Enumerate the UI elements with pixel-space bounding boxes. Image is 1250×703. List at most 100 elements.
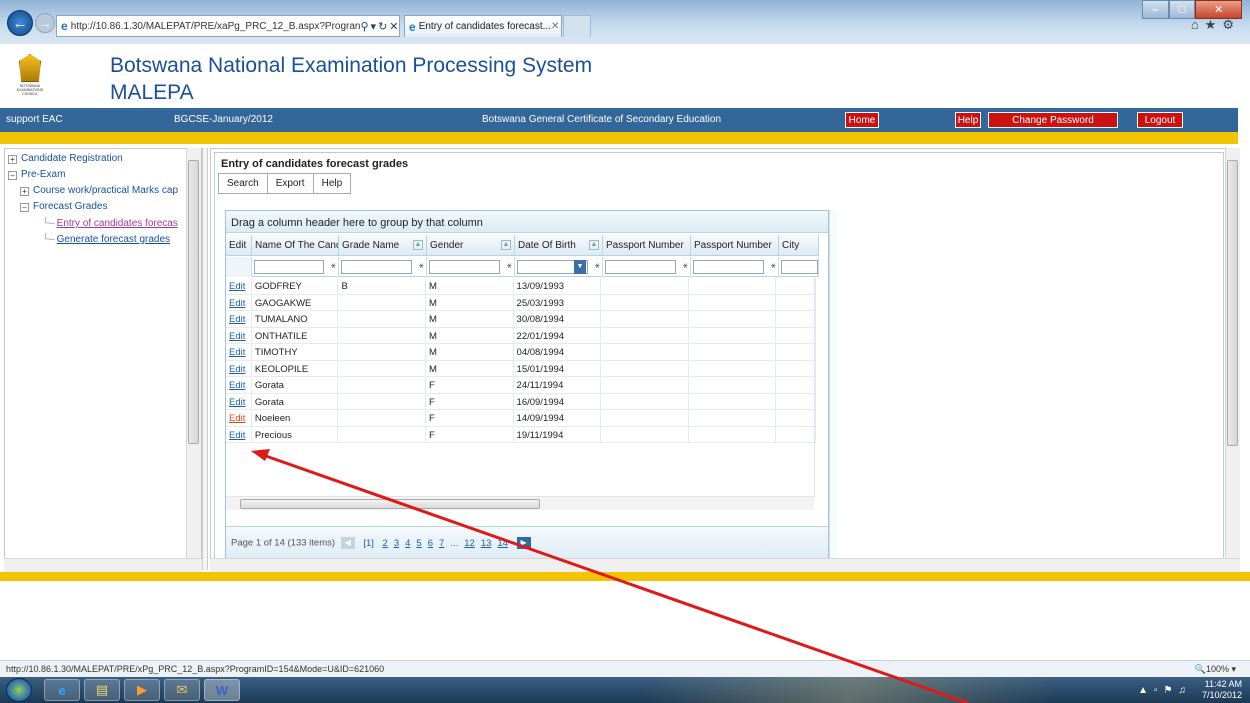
tree-item-candidate-registration[interactable]: + Candidate Registration [8, 153, 123, 164]
edit-link[interactable]: Edit [226, 426, 252, 442]
page-link[interactable]: 12 [464, 538, 475, 549]
prev-page-icon[interactable]: ◀ [340, 537, 355, 549]
word-taskbar-icon[interactable]: W [204, 679, 240, 701]
right-horizontal-scrollbar[interactable] [210, 558, 1240, 572]
explorer-taskbar-icon[interactable]: ▤ [84, 679, 120, 701]
browser-tab[interactable]: e Entry of candidates forecast... ✕ [404, 15, 562, 37]
page-link[interactable]: 3 [394, 538, 399, 549]
change-password-button[interactable]: Change Password [988, 112, 1118, 128]
clock[interactable]: 11:42 AM 7/10/2012 [1202, 679, 1242, 701]
filter-input[interactable] [429, 260, 500, 274]
search-button[interactable]: Search [219, 174, 268, 193]
right-scroll-thumb[interactable] [1227, 160, 1238, 446]
filter-icon[interactable]: ⚹ [595, 260, 600, 271]
new-tab-button[interactable] [563, 15, 591, 37]
page-link[interactable]: 4 [405, 538, 410, 549]
edit-link[interactable]: Edit [226, 294, 252, 310]
filter-gender: ⚹ [427, 257, 515, 277]
cell-city [776, 278, 816, 294]
sort-icon[interactable]: ▲ [501, 240, 511, 250]
tree-item-generate-forecast[interactable]: └– Generate forecast grades [42, 234, 170, 245]
column-header-edit[interactable]: Edit [226, 235, 252, 256]
filter-input[interactable] [605, 260, 676, 274]
help-toolbar-button[interactable]: Help [314, 174, 351, 193]
pane-splitter[interactable] [202, 148, 208, 570]
date-dropdown-icon[interactable]: ▼ [574, 260, 586, 274]
collapse-icon[interactable]: – [20, 203, 29, 212]
edit-link[interactable]: Edit [226, 278, 252, 294]
page-link[interactable]: 5 [416, 538, 421, 549]
grid-side-splitter[interactable] [829, 210, 837, 560]
next-page-icon[interactable]: ▶ [516, 537, 531, 549]
minimize-icon[interactable]: – [1142, 0, 1169, 19]
page-link[interactable]: 2 [383, 538, 388, 549]
logout-button[interactable]: Logout [1137, 112, 1183, 128]
filter-input[interactable] [341, 260, 412, 274]
grid-horizontal-scrollbar[interactable] [226, 496, 814, 510]
grid-vertical-scrollbar[interactable] [814, 278, 828, 498]
address-controls-icon[interactable]: ⚲▾↻✕ [360, 20, 399, 33]
column-header-grade[interactable]: Grade Name ▲ [339, 235, 427, 256]
zoom-level[interactable]: 🔍100% ▾ [1195, 664, 1236, 675]
sort-icon[interactable]: ▲ [589, 240, 599, 250]
collapse-icon[interactable]: – [8, 171, 17, 180]
filter-icon[interactable]: ⚹ [507, 260, 512, 271]
cell-passport [601, 278, 689, 294]
page-link[interactable]: 6 [428, 538, 433, 549]
filter-input[interactable] [781, 260, 818, 274]
system-subtitle: MALEPA [110, 81, 194, 104]
edit-link[interactable]: Edit [226, 360, 252, 376]
expand-icon[interactable]: + [8, 155, 17, 164]
filter-input[interactable] [693, 260, 764, 274]
tab-close-icon[interactable]: ✕ [551, 21, 559, 32]
column-header-passport-2[interactable]: Passport Number [691, 235, 779, 256]
help-button[interactable]: Help [955, 112, 981, 128]
left-horizontal-scrollbar[interactable] [4, 558, 202, 572]
page-link[interactable]: 14 [497, 538, 508, 549]
grid-scroll-thumb[interactable] [240, 499, 540, 509]
sort-icon[interactable]: ▲ [413, 240, 423, 250]
address-bar[interactable]: e http://10.86.1.30/MALEPAT/PRE/xaPg_PRC… [56, 15, 400, 37]
edit-link[interactable]: Edit [226, 410, 252, 426]
cell-passport [601, 311, 689, 327]
left-scroll-thumb[interactable] [188, 160, 199, 444]
filter-icon[interactable]: ⚹ [331, 260, 336, 271]
filter-icon[interactable]: ⚹ [771, 260, 776, 271]
group-panel[interactable]: Drag a column header here to group by th… [226, 211, 828, 233]
cell-city [776, 294, 816, 310]
filter-input[interactable] [254, 260, 324, 274]
media-player-taskbar-icon[interactable]: ▶ [124, 679, 160, 701]
outlook-taskbar-icon[interactable]: ✉ [164, 679, 200, 701]
edit-link[interactable]: Edit [226, 377, 252, 393]
edit-link[interactable]: Edit [226, 344, 252, 360]
forward-button[interactable]: → [35, 13, 55, 33]
cell-passport [601, 344, 689, 360]
page-title: Entry of candidates forecast grades [221, 158, 409, 170]
column-header-name[interactable]: Name Of The Cand [252, 235, 339, 256]
expand-icon[interactable]: + [20, 187, 29, 196]
filter-icon[interactable]: ⚹ [419, 260, 424, 271]
start-button[interactable] [6, 678, 32, 702]
page-link[interactable]: 7 [439, 538, 444, 549]
cell-city [776, 327, 816, 343]
filter-icon[interactable]: ⚹ [683, 260, 688, 271]
tray-icons[interactable]: ▲▫⚑♫ [1138, 685, 1192, 696]
tree-item-entry-forecast[interactable]: └– Entry of candidates forecas [42, 218, 178, 229]
column-header-passport[interactable]: Passport Number [603, 235, 691, 256]
ie-taskbar-icon[interactable]: e [44, 679, 80, 701]
page-link[interactable]: 13 [481, 538, 492, 549]
tree-item-pre-exam[interactable]: – Pre-Exam [8, 169, 65, 180]
column-header-city[interactable]: City [779, 235, 819, 256]
column-header-dob[interactable]: Date Of Birth ▲ [515, 235, 603, 256]
edit-link[interactable]: Edit [226, 327, 252, 343]
home-button[interactable]: Home [845, 112, 879, 128]
edit-link[interactable]: Edit [226, 393, 252, 409]
export-button[interactable]: Export [268, 174, 314, 193]
edit-link[interactable]: Edit [226, 311, 252, 327]
tree-item-course-work[interactable]: + Course work/practical Marks cap [20, 185, 178, 196]
tree-item-forecast-grades[interactable]: – Forecast Grades [20, 201, 107, 212]
tree-label: Entry of candidates forecas [56, 218, 178, 229]
home-favorites-tools-icons[interactable]: ⌂★⚙ [1191, 17, 1240, 33]
column-header-gender[interactable]: Gender ▲ [427, 235, 515, 256]
back-button[interactable]: ← [7, 10, 33, 36]
